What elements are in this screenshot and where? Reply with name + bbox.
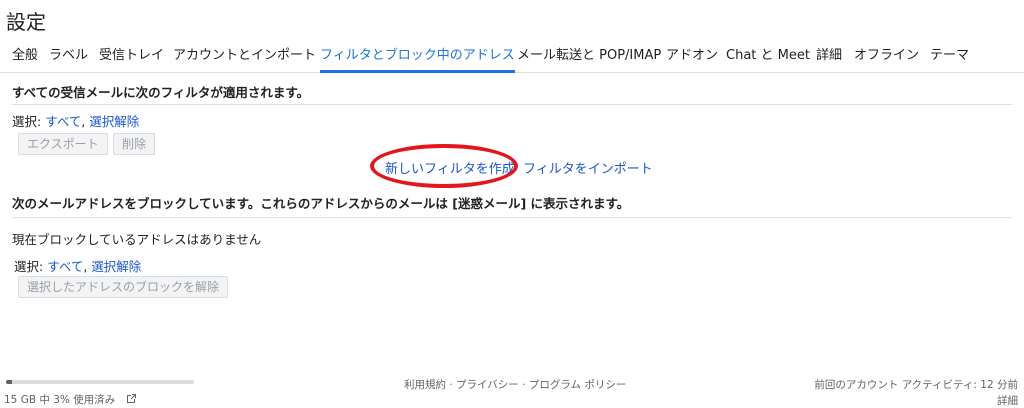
footer-links: 利用規約 · プライバシー · プログラム ポリシー bbox=[404, 377, 626, 392]
filters-heading: すべての受信メールに次のフィルタが適用されます。 bbox=[12, 85, 310, 100]
import-filter-link[interactable]: フィルタをインポート bbox=[523, 158, 653, 177]
tab-addons[interactable]: アドオン bbox=[666, 40, 718, 72]
filters-select-none-link[interactable]: 選択解除 bbox=[89, 114, 139, 129]
tab-general[interactable]: 全般 bbox=[12, 40, 38, 72]
tab-inbox[interactable]: 受信トレイ bbox=[99, 40, 164, 72]
tab-chat-meet[interactable]: Chat と Meet bbox=[726, 40, 810, 72]
filters-select-row: 選択: すべて, 選択解除 bbox=[12, 111, 139, 130]
highlight-ring-annotation bbox=[370, 144, 518, 188]
tab-forwarding-pop-imap[interactable]: メール転送と POP/IMAP bbox=[517, 40, 661, 72]
export-button[interactable]: エクスポート bbox=[18, 133, 108, 155]
storage-progress-fill bbox=[6, 380, 12, 384]
settings-tabs: 全般 ラベル 受信トレイ アカウントとインポート フィルタとブロック中のアドレス… bbox=[0, 40, 1024, 73]
tab-advanced[interactable]: 詳細 bbox=[816, 40, 842, 72]
terms-link[interactable]: 利用規約 bbox=[404, 379, 446, 391]
open-in-new-icon[interactable] bbox=[125, 393, 137, 408]
blocked-select-row: 選択: すべて, 選択解除 bbox=[14, 256, 141, 275]
blocked-select-all-link[interactable]: すべて bbox=[47, 259, 83, 274]
tab-accounts-import[interactable]: アカウントとインポート bbox=[173, 40, 316, 72]
details-link[interactable]: 詳細 bbox=[997, 393, 1018, 408]
privacy-link[interactable]: プライバシー bbox=[456, 379, 519, 391]
select-label: 選択: bbox=[12, 114, 46, 129]
divider bbox=[12, 104, 1012, 105]
blocked-heading: 次のメールアドレスをブロックしています。これらのアドレスからのメールは [迷惑メ… bbox=[12, 196, 630, 211]
storage-progress-bar bbox=[6, 380, 194, 384]
tab-themes[interactable]: テーマ bbox=[930, 40, 969, 72]
tab-offline[interactable]: オフライン bbox=[854, 40, 919, 72]
last-activity: 前回のアカウント アクティビティ: 12 分前 bbox=[814, 379, 1018, 391]
delete-button[interactable]: 削除 bbox=[113, 133, 156, 155]
blocked-empty-message: 現在ブロックしているアドレスはありません bbox=[12, 232, 262, 247]
footer-dot: · bbox=[518, 379, 529, 391]
storage-usage-text: 15 GB 中 3% 使用済み bbox=[4, 394, 116, 406]
tab-filters-blocked[interactable]: フィルタとブロック中のアドレス bbox=[320, 40, 515, 73]
divider bbox=[12, 217, 1012, 218]
page-title: 設定 bbox=[6, 10, 46, 34]
unblock-button[interactable]: 選択したアドレスのブロックを解除 bbox=[18, 276, 229, 298]
storage-usage: 15 GB 中 3% 使用済み bbox=[4, 392, 137, 408]
program-policy-link[interactable]: プログラム ポリシー bbox=[529, 379, 627, 391]
tab-labels[interactable]: ラベル bbox=[49, 40, 88, 72]
blocked-select-none-link[interactable]: 選択解除 bbox=[91, 259, 141, 274]
select-label: 選択: bbox=[14, 259, 48, 274]
filters-select-all-link[interactable]: すべて bbox=[45, 114, 81, 129]
footer-dot: · bbox=[446, 379, 457, 391]
